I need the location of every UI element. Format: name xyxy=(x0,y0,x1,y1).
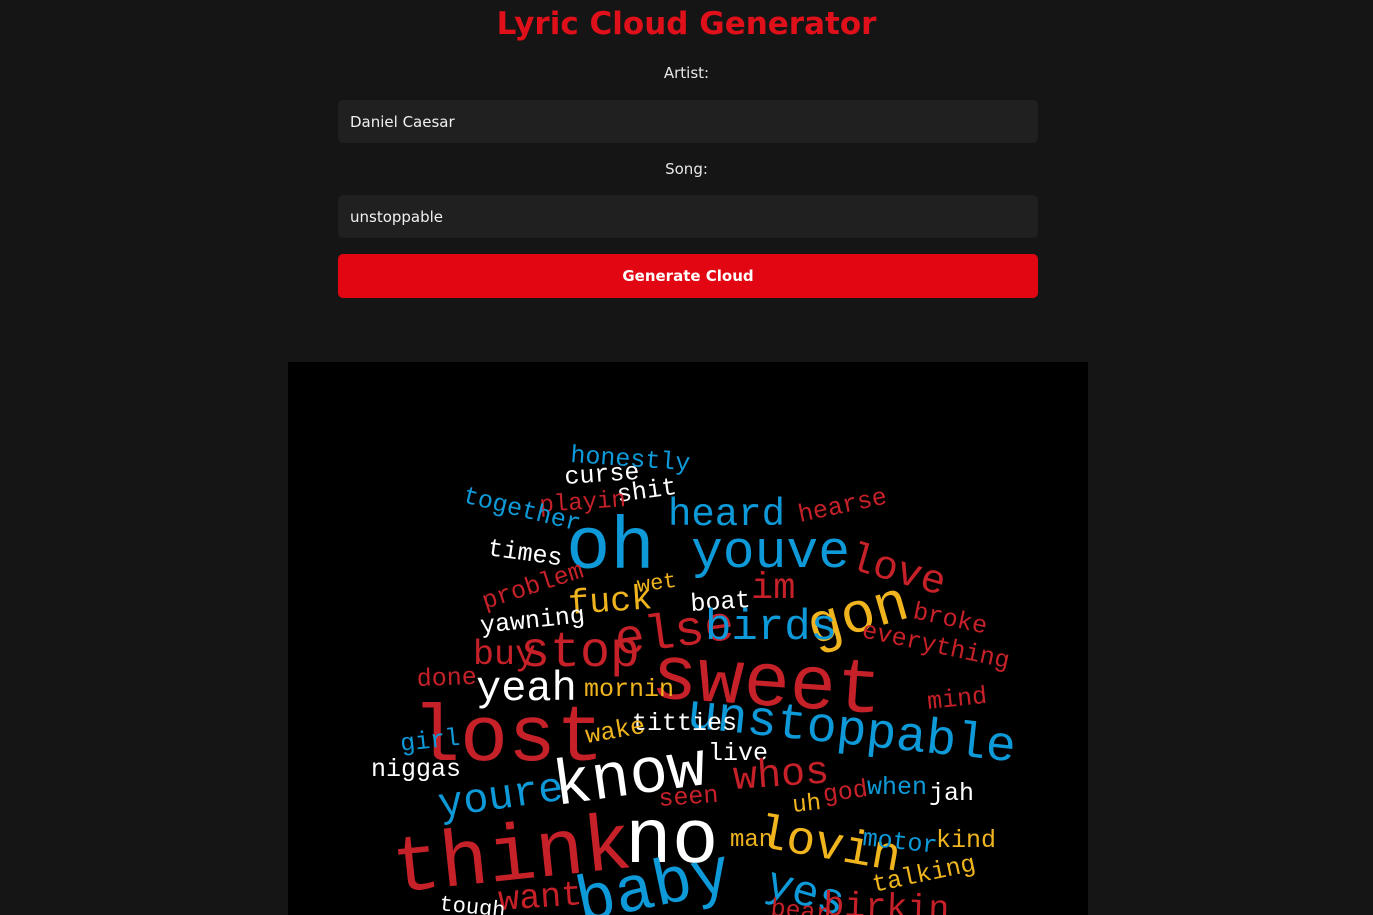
cloud-word-want: want xyxy=(497,875,584,915)
app-title: Lyric Cloud Generator xyxy=(496,6,877,42)
cloud-word-birkin: birkin xyxy=(823,886,950,915)
song-input[interactable] xyxy=(338,195,1038,238)
cloud-word-god: god xyxy=(821,775,870,810)
cloud-word-when: when xyxy=(867,773,927,802)
generate-cloud-button[interactable]: Generate Cloud xyxy=(338,254,1038,298)
cloud-word-done: done xyxy=(416,663,477,694)
song-label: Song: xyxy=(665,160,708,178)
artist-input[interactable] xyxy=(338,100,1038,143)
word-cloud: honestlycurseshitplayintogetheroh heard he… xyxy=(371,441,1019,915)
artist-label: Artist: xyxy=(663,64,710,82)
cloud-word-jah: jah xyxy=(929,779,974,808)
word-cloud-image: honestly curse shit playin together oh heard he… xyxy=(288,362,1088,915)
